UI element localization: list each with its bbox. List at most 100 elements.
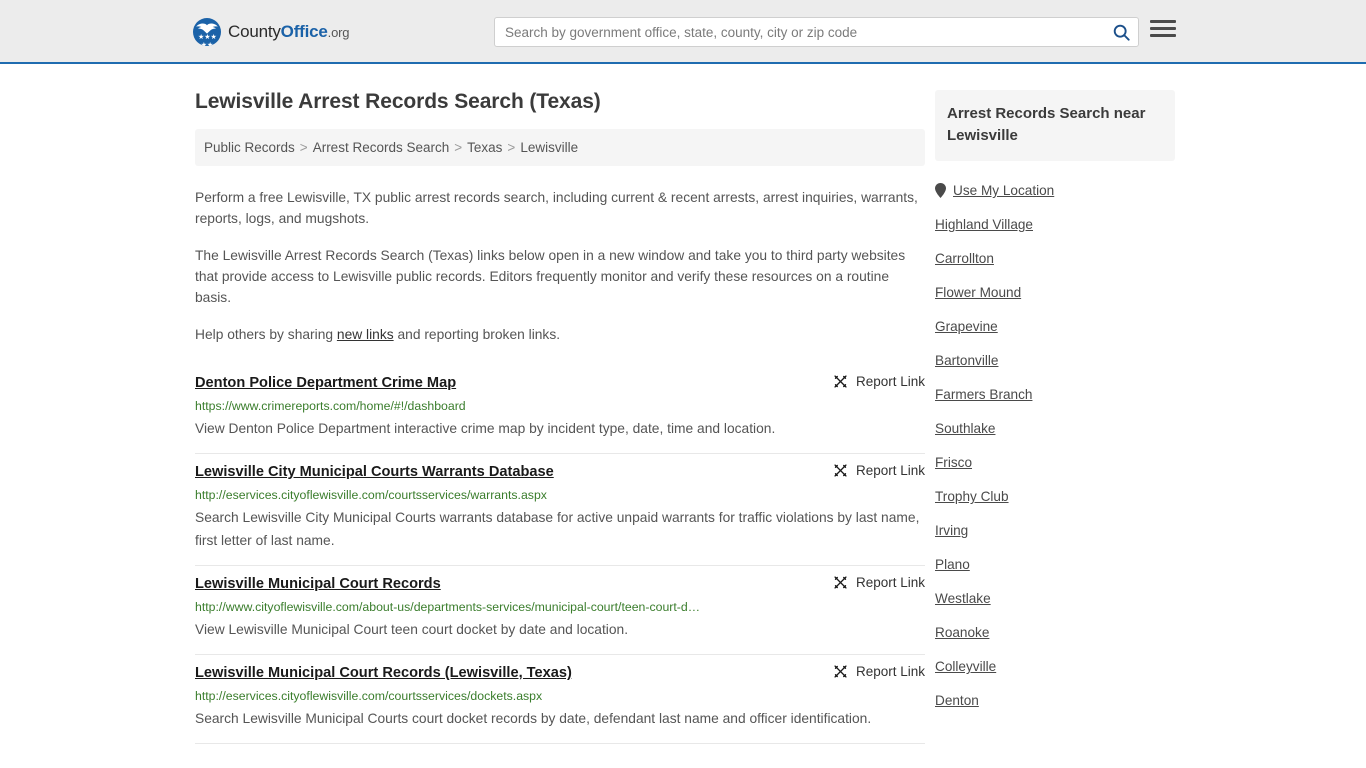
intro-section: Perform a free Lewisville, TX public arr… [195, 187, 925, 345]
result-url: http://www.cityoflewisville.com/about-us… [195, 600, 701, 614]
sidebar-item-city[interactable]: Bartonville [935, 343, 1175, 377]
stars-icon: ★★★ ★★ [198, 34, 217, 46]
site-logo-text: CountyOffice.org [228, 22, 349, 42]
result-title-link[interactable]: Lewisville Municipal Court Records (Lewi… [195, 663, 572, 683]
city-link[interactable]: Westlake [935, 591, 991, 606]
city-link[interactable]: Grapevine [935, 319, 998, 334]
city-link[interactable]: Frisco [935, 455, 972, 470]
nearby-cities: Highland Village Carrollton Flower Mound Gr… [935, 207, 1175, 717]
result-description: View Lewisville Municipal Court teen cou… [195, 622, 629, 637]
sidebar-item-city[interactable]: Frisco [935, 445, 1175, 479]
city-link[interactable]: Denton [935, 693, 979, 708]
result-header: Lewisville Municipal Court Records Report… [195, 574, 925, 594]
logo-text-office: Office [280, 22, 328, 41]
city-link[interactable]: Irving [935, 523, 968, 538]
report-link-label: Report Link [855, 374, 925, 389]
result-title-link[interactable]: Lewisville Municipal Court Records [195, 574, 441, 594]
use-my-location-link[interactable]: Use My Location [953, 183, 1054, 198]
result-header: Lewisville City Municipal Courts Warrant… [195, 462, 925, 482]
sidebar-item-use-my-location[interactable]: Use My Location [935, 173, 1175, 207]
city-link[interactable]: Farmers Branch [935, 387, 1032, 402]
intro-paragraph-1: Perform a free Lewisville, TX public arr… [195, 190, 918, 226]
sidebar-item-city[interactable]: Southlake [935, 411, 1175, 445]
new-links-link[interactable]: new links [337, 327, 394, 342]
site-header: ★★★ ★★ CountyOffice.org [0, 0, 1366, 64]
breadcrumb-item-lewisville: Lewisville [520, 140, 579, 155]
report-link-label: Report Link [855, 463, 925, 478]
breadcrumb-separator: > [299, 140, 308, 155]
city-link[interactable]: Plano [935, 557, 970, 572]
main-column: Lewisville Arrest Records Search (Texas)… [195, 64, 925, 744]
sidebar-heading: Arrest Records Search near Lewisville [935, 90, 1175, 161]
result-header: Denton Police Department Crime Map Report… [195, 373, 925, 393]
sidebar-item-city[interactable]: Trophy Club [935, 479, 1175, 513]
hamburger-bar [1150, 20, 1176, 23]
sidebar: Arrest Records Search near Lewisville Us… [935, 64, 1175, 744]
breadcrumb-separator: > [454, 140, 463, 155]
breadcrumb: Public Records > Arrest Records Search > Tex… [195, 129, 925, 166]
intro-paragraph-3: Help others by sharing new links and rep… [195, 324, 925, 345]
sidebar-item-city[interactable]: Westlake [935, 581, 1175, 615]
broken-link-icon [834, 665, 847, 678]
sidebar-item-city[interactable]: Farmers Branch [935, 377, 1175, 411]
report-link-button[interactable]: Report Link [819, 664, 925, 679]
hamburger-bar [1150, 34, 1176, 37]
result-item: Lewisville City Municipal Courts Warrant… [195, 454, 925, 566]
sidebar-item-city[interactable]: Highland Village [935, 207, 1175, 241]
broken-link-icon [834, 464, 847, 477]
city-link[interactable]: Bartonville [935, 353, 998, 368]
result-title-link[interactable]: Lewisville City Municipal Courts Warrant… [195, 462, 554, 482]
sidebar-item-city[interactable]: Irving [935, 513, 1175, 547]
intro-p3-suffix: and reporting broken links. [393, 327, 561, 342]
city-link[interactable]: Highland Village [935, 217, 1033, 232]
result-item: Lewisville Municipal Court Records (Lewi… [195, 655, 925, 744]
breadcrumb-item-public-records[interactable]: Public Records [204, 140, 295, 155]
results-list: Denton Police Department Crime Map Report… [195, 365, 925, 744]
result-description: Search Lewisville City Municipal Courts … [195, 510, 920, 548]
eagle-seal-icon: ★★★ ★★ [193, 18, 221, 46]
report-link-button[interactable]: Report Link [819, 463, 925, 478]
sidebar-item-city[interactable]: Denton [935, 683, 1175, 717]
page-body: Lewisville Arrest Records Search (Texas)… [0, 64, 1366, 744]
city-link[interactable]: Southlake [935, 421, 995, 436]
broken-link-icon [834, 375, 847, 388]
report-link-button[interactable]: Report Link [819, 575, 925, 590]
search-button[interactable] [1104, 18, 1138, 46]
hamburger-menu-icon[interactable] [1150, 20, 1176, 37]
logo-text-org: .org [327, 25, 350, 40]
city-link[interactable]: Flower Mound [935, 285, 1021, 300]
city-link[interactable]: Roanoke [935, 625, 989, 640]
report-link-label: Report Link [855, 664, 925, 679]
result-header: Lewisville Municipal Court Records (Lewi… [195, 663, 925, 683]
sidebar-item-city[interactable]: Roanoke [935, 615, 1175, 649]
search-icon [1113, 24, 1130, 41]
report-link-label: Report Link [855, 575, 925, 590]
breadcrumb-item-texas[interactable]: Texas [467, 140, 502, 155]
page-title: Lewisville Arrest Records Search (Texas) [195, 90, 601, 113]
city-link[interactable]: Colleyville [935, 659, 996, 674]
result-url: http://eservices.cityoflewisville.com/co… [195, 488, 547, 502]
sidebar-city-list: Use My Location Highland Village Carrollt… [935, 173, 1175, 717]
report-link-button[interactable]: Report Link [819, 374, 925, 389]
city-link[interactable]: Carrollton [935, 251, 994, 266]
search-box[interactable] [494, 17, 1139, 47]
result-item: Lewisville Municipal Court Records Report… [195, 566, 925, 655]
sidebar-item-city[interactable]: Flower Mound [935, 275, 1175, 309]
site-logo[interactable]: ★★★ ★★ CountyOffice.org [193, 18, 349, 46]
breadcrumb-item-arrest-records-search[interactable]: Arrest Records Search [313, 140, 450, 155]
result-url: http://eservices.cityoflewisville.com/co… [195, 689, 543, 703]
map-pin-icon [935, 183, 946, 198]
sidebar-item-city[interactable]: Grapevine [935, 309, 1175, 343]
city-link[interactable]: Trophy Club [935, 489, 1009, 504]
intro-paragraph-2: The Lewisville Arrest Records Search (Te… [195, 248, 906, 305]
sidebar-item-city[interactable]: Colleyville [935, 649, 1175, 683]
result-item: Denton Police Department Crime Map Report… [195, 365, 925, 454]
sidebar-item-city[interactable]: Carrollton [935, 241, 1175, 275]
sidebar-item-city[interactable]: Plano [935, 547, 1175, 581]
result-description: View Denton Police Department interactiv… [195, 421, 776, 436]
result-title-link[interactable]: Denton Police Department Crime Map [195, 373, 456, 393]
hamburger-bar [1150, 27, 1176, 30]
search-input[interactable] [495, 18, 1104, 46]
logo-text-county: County [228, 22, 281, 41]
result-description: Search Lewisville Municipal Courts court… [195, 711, 872, 726]
